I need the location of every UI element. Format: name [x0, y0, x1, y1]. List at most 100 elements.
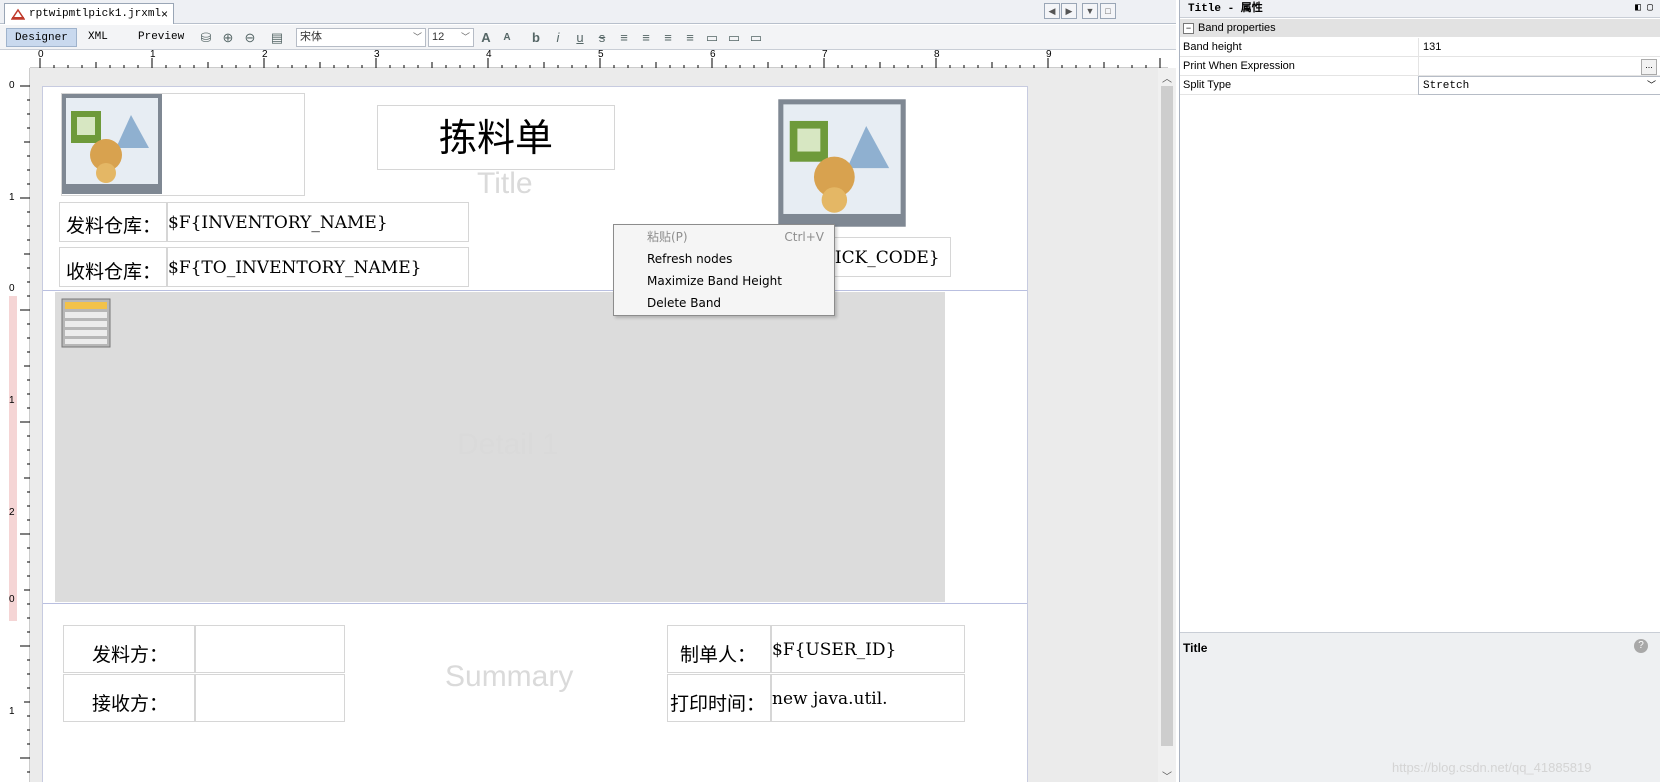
menu-item-delete-band[interactable]: Delete Band	[614, 292, 834, 314]
receiver-label-cell[interactable]: 接收方：	[63, 674, 195, 722]
font-family-value: 宋体	[300, 31, 322, 43]
collapse-icon[interactable]: −	[1183, 23, 1194, 34]
description-title: Title	[1183, 641, 1208, 655]
tab-preview[interactable]: Preview	[130, 28, 192, 47]
band-height-input[interactable]: 131	[1418, 38, 1660, 57]
detail-band-label: Detail 1	[457, 428, 559, 461]
report-canvas[interactable]: 拣料单 Title 发料仓库： $F{INVENTORY_NAME} 收料仓库：	[30, 68, 1158, 782]
ruler-label: 1	[9, 395, 15, 406]
align-left-icon[interactable]: ≡	[615, 29, 633, 47]
align-middle-icon[interactable]: ▭	[725, 29, 743, 47]
table-component-icon[interactable]	[61, 298, 111, 348]
to-warehouse-label-cell[interactable]: 收料仓库：	[59, 247, 167, 287]
ruler-label: 9	[1046, 49, 1052, 60]
ruler-label: 4	[486, 49, 492, 60]
context-menu: 粘贴(P) Ctrl+V Refresh nodes Maximize Band…	[613, 224, 835, 316]
menu-item-label: Delete Band	[647, 296, 722, 310]
scroll-left-icon[interactable]: ◀	[1044, 3, 1060, 19]
align-right-icon[interactable]: ≡	[681, 29, 699, 47]
sender-field[interactable]	[195, 625, 345, 673]
tab-designer[interactable]: Designer	[6, 28, 77, 47]
summary-band-label: Summary	[445, 660, 574, 693]
ruler-ticks	[20, 85, 30, 773]
image-placeholder-icon[interactable]	[61, 93, 163, 195]
align-top-icon[interactable]: ▭	[703, 29, 721, 47]
tab-list-dropdown-icon[interactable]: ▼	[1082, 3, 1098, 19]
tab-xml[interactable]: XML	[80, 28, 116, 47]
help-icon[interactable]: ?	[1634, 639, 1648, 653]
panel-pin-icon[interactable]: ◧ ▢	[1635, 0, 1653, 18]
align-center-icon[interactable]: ≡	[659, 29, 677, 47]
maximize-window-icon[interactable]: □	[1100, 3, 1116, 19]
database-icon[interactable]: ⛁	[197, 29, 215, 47]
from-warehouse-value: $F{INVENTORY_NAME}	[168, 213, 388, 233]
title-band-label: Title	[477, 167, 533, 200]
split-type-select[interactable]: Stretch ﹀	[1418, 76, 1660, 95]
scroll-down-icon[interactable]: ﹀	[1162, 768, 1172, 783]
menu-item-refresh-nodes[interactable]: Refresh nodes	[614, 248, 834, 270]
maker-label-cell[interactable]: 制单人：	[667, 625, 771, 673]
to-warehouse-field[interactable]: $F{TO_INVENTORY_NAME}	[167, 247, 469, 287]
image-placeholder-icon[interactable]	[777, 98, 907, 228]
menu-item-label: 粘贴(P)	[647, 230, 688, 244]
band-properties-section[interactable]: − Band properties	[1180, 19, 1660, 37]
property-row-band-height[interactable]: Band height 131	[1180, 38, 1660, 57]
zoom-in-icon[interactable]: ⊕	[219, 29, 237, 47]
maker-field[interactable]: $F{USER_ID}	[771, 625, 965, 673]
expression-editor-button[interactable]: ...	[1641, 59, 1657, 75]
horizontal-ruler: 0 1 2 3 4 5 6 7 8 9	[30, 49, 1168, 68]
title-text-frame[interactable]: 拣料单	[377, 105, 615, 170]
menu-item-label: Maximize Band Height	[647, 274, 782, 288]
print-when-expression-input[interactable]	[1418, 57, 1660, 76]
document-tab-label: rptwipmtlpick1.jrxml	[29, 8, 162, 20]
split-type-value: Stretch	[1423, 80, 1470, 92]
ruler-label: 0	[9, 594, 15, 605]
align-bottom-icon[interactable]: ▭	[747, 29, 765, 47]
font-size-select[interactable]: 12 ﹀	[428, 28, 474, 47]
decrease-font-icon[interactable]: A	[498, 29, 516, 47]
receiver-field[interactable]	[195, 674, 345, 722]
ruler-label: 5	[598, 49, 604, 60]
bold-icon[interactable]: b	[527, 29, 545, 47]
vertical-ruler: 0 1 0 1 2 0 1	[8, 68, 30, 782]
scroll-up-icon[interactable]: ︿	[1162, 70, 1172, 85]
print-time-field[interactable]: new java.util.	[771, 674, 965, 722]
ruler-label: 0	[9, 283, 15, 294]
close-tab-icon[interactable]: ×	[161, 7, 168, 21]
ruler-label: 2	[9, 507, 15, 518]
paste-icon[interactable]: ▤	[268, 29, 286, 47]
from-warehouse-label-cell[interactable]: 发料仓库：	[59, 202, 167, 242]
menu-item-paste[interactable]: 粘贴(P) Ctrl+V	[614, 226, 834, 248]
strikethrough-icon[interactable]: s	[593, 29, 611, 47]
title-band[interactable]: 拣料单 Title 发料仓库： $F{INVENTORY_NAME} 收料仓库：	[43, 87, 1027, 291]
detail-band[interactable]: Detail 1	[55, 292, 945, 602]
increase-font-icon[interactable]: A	[477, 29, 495, 47]
menu-item-maximize-band-height[interactable]: Maximize Band Height	[614, 270, 834, 292]
zoom-out-icon[interactable]: ⊖	[241, 29, 259, 47]
chevron-down-icon: ﹀	[412, 32, 422, 42]
property-key: Split Type	[1183, 79, 1232, 91]
print-time-label-cell[interactable]: 打印时间：	[667, 674, 771, 722]
canvas-vertical-scrollbar[interactable]: ︿ ﹀	[1158, 68, 1176, 783]
scroll-right-icon[interactable]: ▶	[1061, 3, 1077, 19]
ruler-label: 3	[374, 49, 380, 60]
report-page[interactable]: 拣料单 Title 发料仓库： $F{INVENTORY_NAME} 收料仓库：	[42, 86, 1028, 782]
section-label: Band properties	[1198, 22, 1276, 34]
italic-icon[interactable]: i	[549, 29, 567, 47]
scrollbar-thumb[interactable]	[1161, 86, 1173, 746]
from-warehouse-field[interactable]: $F{INVENTORY_NAME}	[167, 202, 469, 242]
align-justify-icon[interactable]: ≡	[637, 29, 655, 47]
editor-tab-bar: rptwipmtlpick1.jrxml × ◀ ▶ ▼ □	[0, 0, 1176, 24]
sender-label-cell[interactable]: 发料方：	[63, 625, 195, 673]
document-tab[interactable]: rptwipmtlpick1.jrxml ×	[4, 3, 174, 24]
ruler-label: 1	[150, 49, 156, 60]
print-time-label: 打印时间：	[670, 693, 766, 715]
menu-item-label: Refresh nodes	[647, 252, 733, 266]
property-row-split-type[interactable]: Split Type Stretch ﹀	[1180, 76, 1660, 95]
property-row-print-when-expression[interactable]: Print When Expression ...	[1180, 57, 1660, 76]
properties-header-text: Title - 属性	[1188, 3, 1263, 15]
summary-band[interactable]: 发料方： 接收方： Summary 制单人： $F{USER_ID} 打印时间：…	[43, 604, 1027, 782]
font-family-select[interactable]: 宋体 ﹀	[296, 28, 426, 47]
report-file-icon	[11, 8, 25, 20]
underline-icon[interactable]: u	[571, 29, 589, 47]
